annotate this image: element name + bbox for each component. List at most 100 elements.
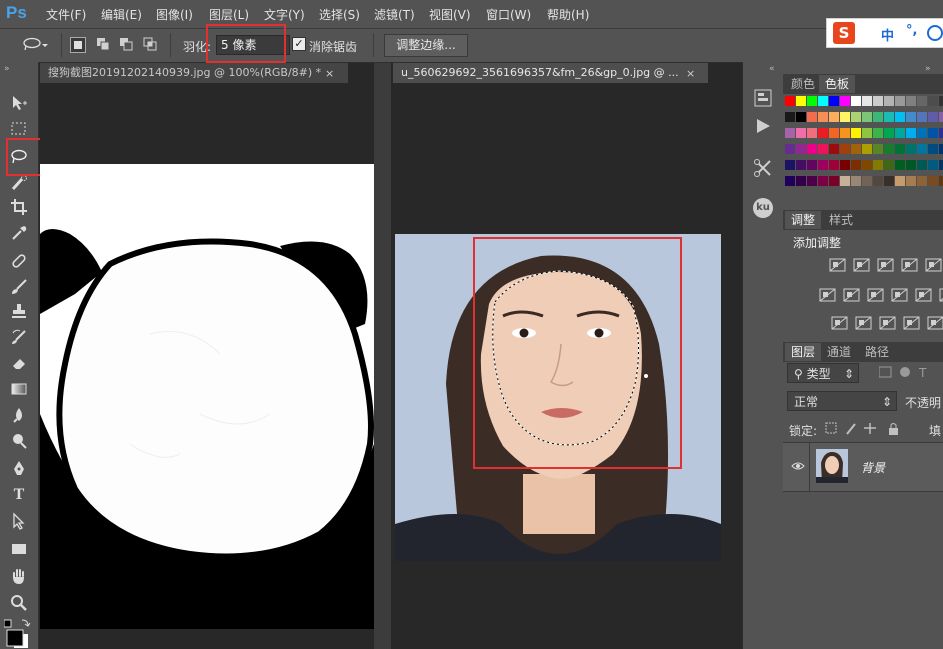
subtract-selection-icon[interactable] [119,37,133,51]
color-swatch[interactable] [807,112,817,122]
color-swatch[interactable] [873,176,883,186]
hue-saturation-icon[interactable] [819,288,837,302]
visibility-eye-icon[interactable] [791,461,805,471]
color-swatch[interactable] [851,144,861,154]
color-swatch[interactable] [917,160,927,170]
tab-document-1[interactable]: 搜狗截图20191202140939.jpg @ 100%(RGB/8#) * [40,63,348,83]
color-swatch[interactable] [862,144,872,154]
posterize-icon[interactable] [855,316,873,330]
color-swatch[interactable] [785,128,795,138]
color-swatch[interactable] [873,144,883,154]
tool-presets-icon[interactable] [753,158,773,178]
color-swatch[interactable] [796,112,806,122]
color-swatch[interactable] [807,176,817,186]
color-swatch[interactable] [818,128,828,138]
color-swatch[interactable] [917,144,927,154]
color-swatch[interactable] [796,96,806,106]
color-swatch[interactable] [917,96,927,106]
menu-file[interactable]: 文件(F) [46,6,86,23]
gradient-tool-icon[interactable] [10,380,28,398]
color-swatch[interactable] [895,160,905,170]
blend-mode-select[interactable]: 正常 ⇕ [787,391,897,411]
color-swatch[interactable] [862,112,872,122]
foreground-background-color-icon[interactable] [4,618,34,649]
color-swatch[interactable] [906,112,916,122]
color-swatch[interactable] [928,112,938,122]
color-swatch[interactable] [939,112,943,122]
tab-swatches[interactable]: 色板 [819,75,856,93]
color-swatch[interactable] [829,160,839,170]
move-tool-icon[interactable] [10,94,28,112]
color-swatch[interactable] [818,144,828,154]
threshold-icon[interactable] [879,316,897,330]
tab-paths[interactable]: 路径 [859,343,895,361]
layer-filter-icons[interactable]: T [878,366,939,380]
exposure-icon[interactable] [901,258,919,272]
color-swatch[interactable] [873,160,883,170]
color-swatch[interactable] [807,128,817,138]
color-swatch[interactable] [840,160,850,170]
channel-mixer-icon[interactable] [915,288,933,302]
color-swatch[interactable] [906,144,916,154]
path-selection-tool-icon[interactable] [10,512,28,530]
color-swatch[interactable] [862,160,872,170]
color-swatch[interactable] [895,112,905,122]
color-swatch[interactable] [840,96,850,106]
collapse-arrows-icon[interactable]: « [769,64,775,74]
layer-row-background[interactable]: 背景 [783,442,943,492]
color-swatch[interactable] [939,128,943,138]
color-swatch[interactable] [873,112,883,122]
menu-image[interactable]: 图像(I) [156,6,193,23]
menu-window[interactable]: 窗口(W) [486,6,531,23]
kuler-icon[interactable]: ku [753,198,773,218]
selective-color-icon[interactable] [927,316,943,330]
color-swatch[interactable] [818,160,828,170]
color-swatch[interactable] [928,128,938,138]
pen-tool-icon[interactable] [10,460,28,478]
color-swatch[interactable] [939,176,943,186]
color-swatch[interactable] [862,96,872,106]
color-swatch[interactable] [785,176,795,186]
tab-2-close-icon[interactable]: × [686,67,695,80]
vibrance-icon[interactable] [925,258,943,272]
layer-kind-filter[interactable]: ⚲ 类型 ⇕ [787,363,859,383]
menu-help[interactable]: 帮助(H) [547,6,589,23]
antialias-checkbox[interactable]: ✓ [292,37,306,51]
color-swatch[interactable] [884,128,894,138]
color-swatch[interactable] [884,176,894,186]
color-swatch[interactable] [851,112,861,122]
color-swatch[interactable] [829,112,839,122]
document-canvas-panda[interactable] [40,84,374,649]
color-swatch[interactable] [917,112,927,122]
color-swatch[interactable] [829,128,839,138]
zoom-tool-icon[interactable] [10,594,28,612]
color-swatch[interactable] [840,128,850,138]
color-swatch[interactable] [840,144,850,154]
tab-color[interactable]: 颜色 [785,75,821,93]
color-swatch[interactable] [807,144,817,154]
color-swatch[interactable] [796,176,806,186]
layer-name[interactable]: 背景 [861,459,885,476]
marquee-tool-icon[interactable] [10,120,28,138]
levels-icon[interactable] [853,258,871,272]
color-swatch[interactable] [906,160,916,170]
ime-punctuation[interactable]: °, [906,23,917,38]
sogou-logo-icon[interactable]: S [833,22,855,44]
color-swatch[interactable] [818,96,828,106]
tab-channels[interactable]: 通道 [821,343,857,361]
color-balance-icon[interactable] [843,288,861,302]
collapse-arrows-icon[interactable]: » [4,64,10,74]
lock-icons[interactable] [825,422,907,436]
color-lookup-icon[interactable] [939,288,943,302]
menu-type[interactable]: 文字(Y) [264,6,305,23]
lasso-preset-icon[interactable] [22,37,48,53]
new-selection-icon[interactable] [70,37,86,53]
color-swatch[interactable] [785,112,795,122]
color-swatch[interactable] [884,96,894,106]
type-tool-icon[interactable]: T [10,486,28,504]
intersect-selection-icon[interactable] [143,37,157,51]
ime-fullwidth-icon[interactable] [927,25,943,41]
color-swatch[interactable] [906,96,916,106]
color-swatch[interactable] [895,96,905,106]
tab-layers[interactable]: 图层 [785,343,822,361]
